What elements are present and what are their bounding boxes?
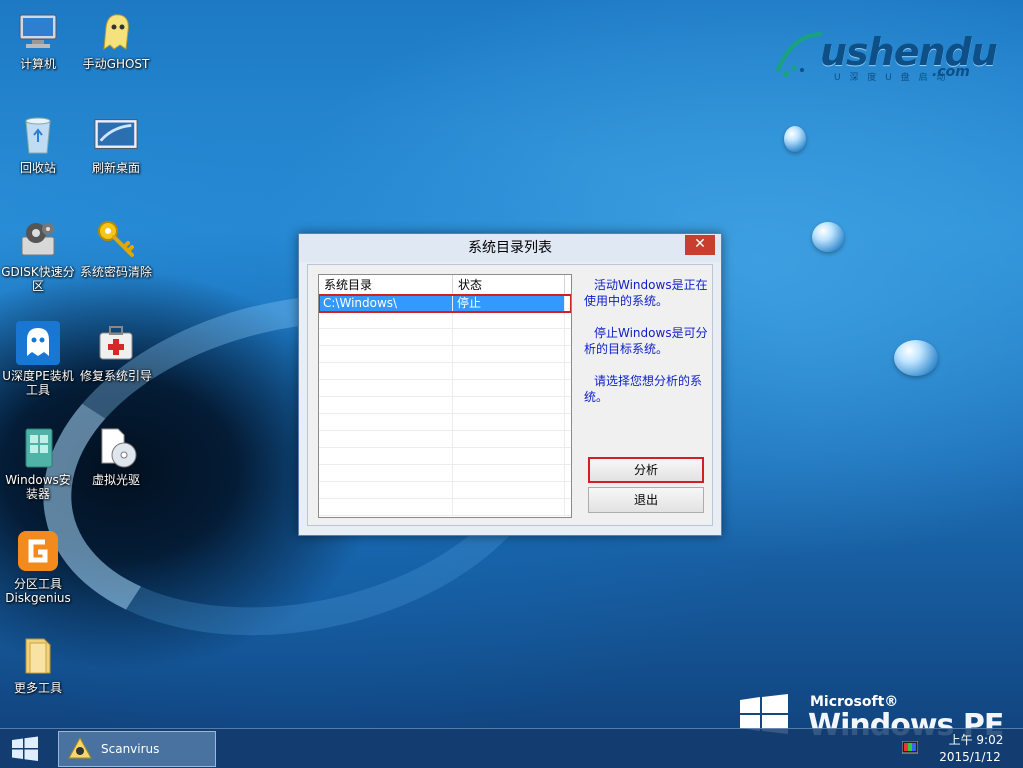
list-row-empty (319, 499, 571, 516)
list-row-empty (319, 397, 571, 414)
desktop-icon-gdisk[interactable]: GDISK快速分区 (0, 216, 76, 293)
list-row-empty (319, 482, 571, 499)
windows-start-icon (12, 736, 38, 761)
desktop-icon-windows-installer[interactable]: Windows安装器 (0, 424, 76, 501)
start-button[interactable] (8, 735, 42, 763)
taskbar-item-scanvirus[interactable]: Scanvirus (58, 731, 216, 767)
scanvirus-icon (68, 736, 92, 759)
desktop-icon-label: U深度PE装机工具 (2, 369, 74, 397)
ushendu-logo: ushendu U 深 度 U 盘 启 动 .com (772, 26, 1002, 83)
list-row-empty (319, 380, 571, 397)
logo-text: ushendu (820, 30, 998, 74)
logo-domain: .com (932, 64, 970, 80)
close-button[interactable]: ✕ (685, 235, 715, 255)
list-row-empty (319, 312, 571, 329)
desktop-icon-label: 刷新桌面 (91, 161, 140, 175)
column-header-spacer (565, 275, 571, 295)
desktop-icon-label: 计算机 (19, 57, 56, 71)
analyze-button[interactable]: 分析 (588, 457, 704, 483)
monitor-refresh-icon (93, 112, 139, 158)
clock-time: 上午 9:02 (948, 733, 1004, 747)
desktop-icon-computer[interactable]: 计算机 (0, 8, 76, 71)
virtual-disc-icon (93, 424, 139, 470)
dialog-body: 系统目录 状态 C:\Windows\ 停止 活动Windows是正在使用中的系… (307, 264, 713, 526)
disk-gear-icon (15, 216, 61, 262)
desktop-icon-label: 修复系统引导 (79, 369, 152, 383)
info-panel: 活动Windows是正在使用中的系统。 停止Windows是可分析的目标系统。 … (584, 277, 708, 421)
desktop-icon-label: 虚拟光驱 (91, 473, 140, 487)
desktop-icon-password-clear[interactable]: 系统密码清除 (78, 216, 154, 279)
list-row-empty (319, 363, 571, 380)
info-stopped: 停止Windows是可分析的目标系统。 (584, 326, 708, 356)
taskbar: Scanvirus (0, 728, 1023, 768)
desktop-icon-manual-ghost[interactable]: 手动GHOST (78, 8, 154, 71)
ghost-icon (93, 8, 139, 54)
desktop-icon-label: 更多工具 (13, 681, 62, 695)
system-directory-dialog: 系统目录列表 ✕ 系统目录 状态 C:\Windows\ 停止 活动Window… (298, 233, 722, 536)
desktop-icon-refresh-desktop[interactable]: 刷新桌面 (78, 112, 154, 175)
desktop-icon-label: Windows安装器 (5, 473, 71, 501)
recycle-bin-icon (15, 112, 61, 158)
desktop-icon-more-tools[interactable]: 更多工具 (0, 632, 76, 695)
first-aid-kit-icon (93, 320, 139, 366)
desktop-icon-label: 分区工具Diskgenius (5, 577, 71, 605)
desktop-icon-virtual-drive[interactable]: 虚拟光驱 (78, 424, 154, 487)
cell-directory: C:\Windows\ (319, 295, 453, 312)
info-select: 请选择您想分析的系统。 (584, 374, 703, 404)
key-icon (93, 216, 139, 262)
diskgenius-icon (15, 528, 61, 574)
windows-installer-icon (15, 424, 61, 470)
taskbar-clock[interactable]: 上午 9:02 2015/1/12 (930, 732, 1010, 766)
desktop-icon-ushendu-pe[interactable]: U深度PE装机工具 (0, 320, 76, 397)
desktop-icon-label: 手动GHOST (82, 57, 150, 71)
water-drop (812, 222, 844, 252)
list-row-empty (319, 448, 571, 465)
desktop-icon-label: GDISK快速分区 (1, 265, 75, 293)
list-row-empty (319, 414, 571, 431)
column-header-directory[interactable]: 系统目录 (319, 275, 453, 295)
computer-icon (15, 8, 61, 54)
display-tray-icon[interactable] (902, 741, 918, 755)
list-row-empty (319, 329, 571, 346)
ghost-app-icon (15, 320, 61, 366)
clock-date: 2015/1/12 (939, 750, 1001, 764)
list-row-empty (319, 346, 571, 363)
cell-status: 停止 (453, 295, 565, 312)
exit-button[interactable]: 退出 (588, 487, 704, 513)
desktop-icon-label: 系统密码清除 (79, 265, 152, 279)
water-drop (784, 126, 806, 152)
desktop-icon-repair-boot[interactable]: 修复系统引导 (78, 320, 154, 383)
taskbar-item-label: Scanvirus (101, 742, 160, 756)
water-drop (894, 340, 938, 376)
list-row-empty (319, 465, 571, 482)
info-active: 活动Windows是正在使用中的系统。 (584, 278, 708, 308)
list-header: 系统目录 状态 (319, 275, 571, 295)
dialog-title: 系统目录列表 (299, 234, 721, 262)
list-row-empty (319, 431, 571, 448)
column-header-status[interactable]: 状态 (453, 275, 565, 295)
system-directory-list[interactable]: 系统目录 状态 C:\Windows\ 停止 (318, 274, 572, 518)
folder-icon (15, 632, 61, 678)
desktop-icon-recycle-bin[interactable]: 回收站 (0, 112, 76, 175)
desktop-icon-label: 回收站 (19, 161, 56, 175)
list-row-selected[interactable]: C:\Windows\ 停止 (319, 294, 571, 313)
desktop-icon-diskgenius[interactable]: 分区工具Diskgenius (0, 528, 76, 605)
